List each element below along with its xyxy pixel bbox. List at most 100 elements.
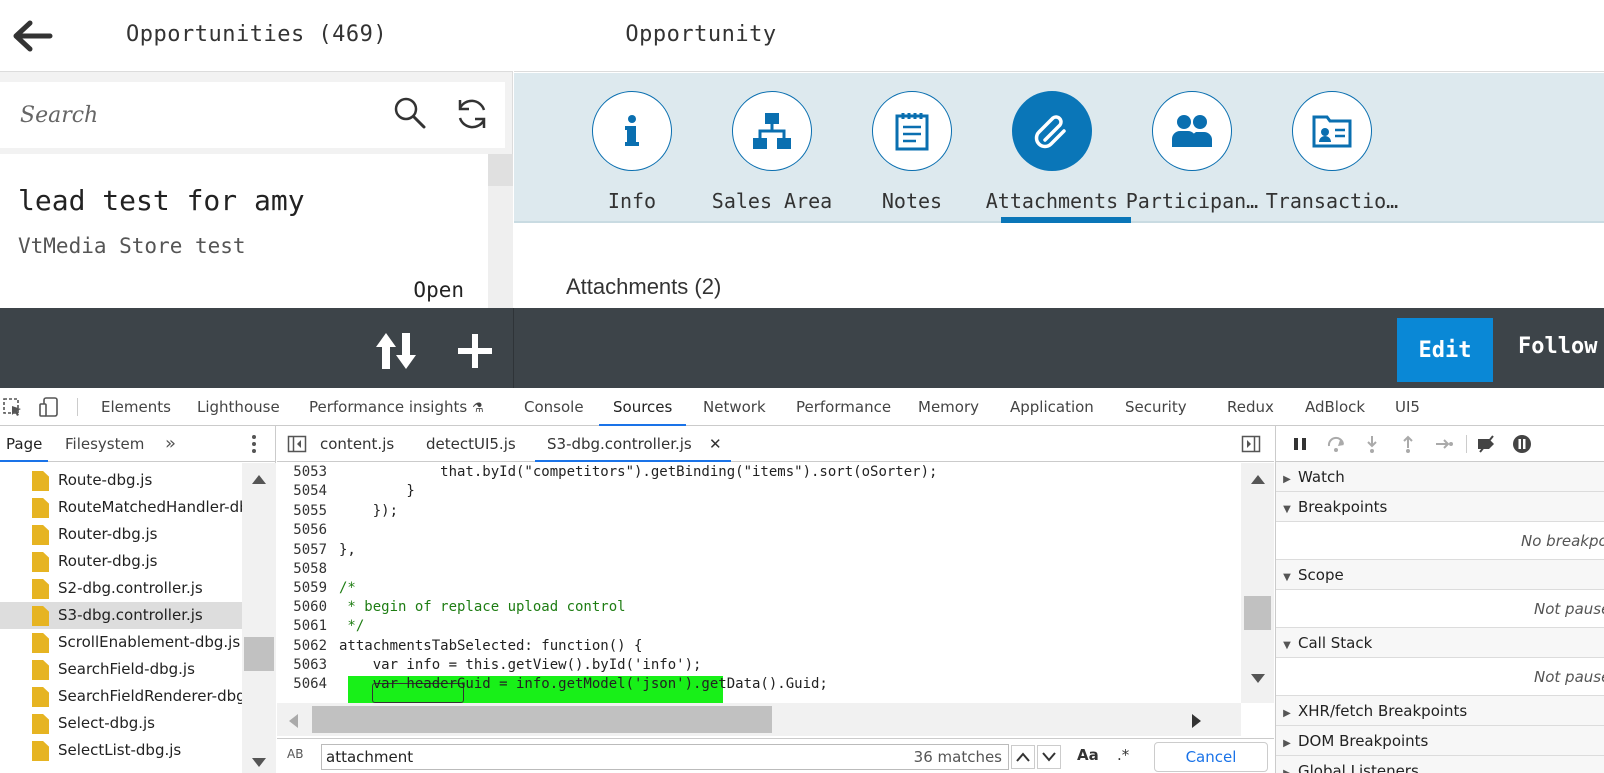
tab-info[interactable]: Info [567, 91, 697, 221]
devtools-tab-performance[interactable]: Performance [796, 388, 891, 426]
search-input[interactable] [8, 90, 378, 140]
search-icon[interactable] [393, 96, 427, 130]
regex-toggle[interactable]: .* [1117, 746, 1129, 764]
file-tree-item[interactable]: Select-dbg.js [0, 710, 242, 737]
tab-label: Transactio… [1265, 189, 1399, 213]
code-horizontal-scrollbar[interactable] [277, 703, 1241, 736]
pause-icon[interactable] [1290, 434, 1310, 454]
global-listeners-section[interactable]: ▶Global Listeners [1276, 756, 1604, 773]
pause-on-exceptions-icon[interactable] [1512, 434, 1532, 454]
call-stack-section[interactable]: ▼ Call Stack [1276, 628, 1604, 658]
devtools-tab-security[interactable]: Security [1125, 388, 1187, 426]
tab-transactions[interactable]: Transactio… [1266, 91, 1398, 221]
list-item[interactable]: lead test for amy VtMedia Store test Ope… [0, 154, 488, 308]
sort-icon[interactable] [374, 331, 418, 371]
editor-tab-s3-controller[interactable]: S3-dbg.controller.js [535, 426, 731, 462]
hierarchy-icon [732, 91, 812, 171]
file-tree-item[interactable]: SearchField-dbg.js [0, 656, 242, 683]
attachments-section-title: Attachments (2) [566, 274, 722, 299]
dom-breakpoints-section[interactable]: ▶ DOM Breakpoints [1276, 726, 1604, 756]
list-item-title: lead test for amy [18, 184, 305, 217]
file-tree-scrollbar[interactable] [242, 463, 276, 773]
scroll-down-icon[interactable] [1250, 673, 1266, 685]
find-next-button[interactable] [1037, 745, 1061, 769]
line-number: 5059 [293, 580, 327, 596]
file-tree-item[interactable]: Router-dbg.js [0, 548, 242, 575]
scroll-up-icon[interactable] [1250, 473, 1266, 485]
step-out-icon[interactable] [1398, 434, 1418, 454]
paperclip-icon [1012, 91, 1092, 171]
file-tree-item[interactable]: SearchFieldRenderer-dbg.js [0, 683, 242, 710]
tab-sales-area[interactable]: Sales Area [707, 91, 837, 221]
code-line: /* [339, 580, 356, 596]
add-icon[interactable] [455, 331, 495, 371]
find-cancel-button[interactable]: Cancel [1154, 742, 1268, 772]
replace-toggle-icon[interactable]: AB [287, 747, 303, 761]
code-horizontal-scrollbar-thumb[interactable] [312, 706, 772, 733]
toggle-navigator-icon[interactable] [287, 434, 307, 454]
devtools-tab-network[interactable]: Network [703, 388, 766, 426]
info-icon [592, 91, 672, 171]
devtools-tab-application[interactable]: Application [1010, 388, 1094, 426]
device-toolbar-icon[interactable] [38, 397, 60, 417]
tab-attachments[interactable]: Attachments [986, 91, 1118, 221]
scrollbar-thumb[interactable] [244, 637, 274, 671]
code-vertical-scrollbar-thumb[interactable] [1244, 596, 1271, 630]
devtools-tab-elements[interactable]: Elements [101, 388, 171, 426]
tab-participants[interactable]: Participan… [1126, 91, 1258, 221]
inspect-element-icon[interactable] [2, 397, 24, 417]
line-number: 5063 [293, 657, 327, 673]
nav-tab-page[interactable]: Page [0, 426, 49, 462]
xhr-breakpoints-section[interactable]: ▶ XHR/fetch Breakpoints [1276, 696, 1604, 726]
devtools-tab-redux[interactable]: Redux [1227, 388, 1274, 426]
close-icon[interactable]: ✕ [709, 426, 722, 462]
devtools-tab-console[interactable]: Console [524, 388, 584, 426]
deactivate-breakpoints-icon[interactable] [1476, 434, 1496, 454]
edit-button[interactable]: Edit [1397, 318, 1493, 382]
scroll-left-icon[interactable] [287, 713, 299, 729]
step-icon[interactable] [1434, 434, 1454, 454]
devtools-tab-memory[interactable]: Memory [918, 388, 979, 426]
line-number: 5056 [293, 522, 327, 538]
devtools-tab-adblock[interactable]: AdBlock [1305, 388, 1365, 426]
find-match-count: 36 matches [913, 748, 1002, 766]
file-tree-item[interactable]: RouteMatchedHandler-dbg.js [0, 494, 242, 521]
tab-notes[interactable]: Notes [847, 91, 977, 221]
file-tree-item[interactable]: S2-dbg.controller.js [0, 575, 242, 602]
file-tree-item[interactable]: Route-dbg.js [0, 467, 242, 494]
scroll-right-icon[interactable] [1191, 713, 1203, 729]
editor-tab-content-js[interactable]: content.js [320, 426, 394, 462]
list-scrollbar-thumb[interactable] [488, 154, 513, 186]
refresh-icon[interactable] [454, 96, 490, 132]
devtools-tab-lighthouse[interactable]: Lighthouse [197, 388, 280, 426]
watch-section[interactable]: ▶ Watch [1276, 462, 1604, 492]
file-tree-item-selected[interactable]: S3-dbg.controller.js [0, 602, 242, 629]
file-tree-item[interactable]: ScrollEnablement-dbg.js [0, 629, 242, 656]
navigator-tabs: Page Filesystem » [0, 426, 276, 462]
chevron-up-icon [1016, 751, 1030, 762]
kebab-menu-icon[interactable] [244, 434, 264, 454]
sources-navigator: Page Filesystem » Route-dbg.js RouteMatc… [0, 426, 276, 773]
scroll-down-icon[interactable] [251, 757, 267, 769]
editor-tab-detectui5-js[interactable]: detectUI5.js [426, 426, 516, 462]
match-case-toggle[interactable]: Aa [1077, 746, 1099, 764]
nav-tab-filesystem[interactable]: Filesystem [65, 426, 144, 462]
devtools-tab-ui5[interactable]: UI5 [1395, 388, 1420, 426]
tab-label: Participan… [1125, 189, 1259, 213]
step-over-icon[interactable] [1326, 434, 1346, 454]
scroll-up-icon[interactable] [251, 473, 267, 485]
code-vertical-scrollbar[interactable] [1241, 463, 1274, 703]
code-view[interactable]: 5053 that.byId("competitors").getBinding… [277, 463, 1241, 703]
file-tree-item[interactable]: Router-dbg.js [0, 521, 242, 548]
step-into-icon[interactable] [1362, 434, 1382, 454]
find-previous-button[interactable] [1011, 745, 1035, 769]
more-tabs-icon[interactable]: » [165, 426, 176, 462]
devtools-tab-performance-insights[interactable]: Performance insights ⚗ [309, 388, 484, 426]
scope-section[interactable]: ▼ Scope [1276, 560, 1604, 590]
tab-label: Info [607, 189, 657, 213]
devtools-tab-sources[interactable]: Sources [599, 388, 687, 426]
follow-button[interactable]: Follow [1518, 334, 1597, 359]
breakpoints-section[interactable]: ▼ Breakpoints [1276, 492, 1604, 522]
toggle-debugger-icon[interactable] [1241, 434, 1261, 454]
file-tree-item[interactable]: SelectList-dbg.js [0, 737, 242, 764]
